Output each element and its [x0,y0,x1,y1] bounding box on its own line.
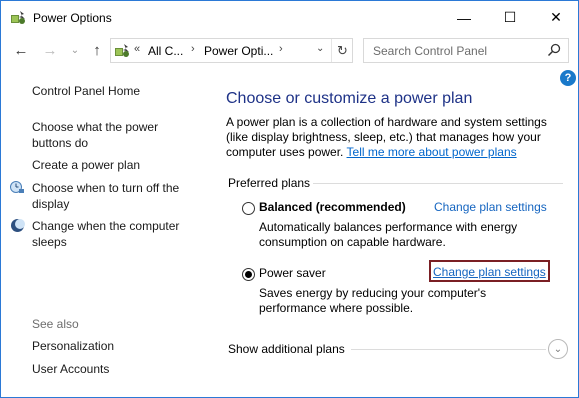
balanced-radio[interactable] [242,202,255,215]
forward-arrow-icon: → [42,41,58,59]
minimize-button[interactable]: — [441,1,487,34]
see-also-heading: See also [32,317,79,331]
page-title: Choose or customize a power plan [226,90,473,107]
close-button[interactable]: ✕ [533,1,579,34]
maximize-icon: ☐ [503,9,517,25]
power-saver-radio[interactable] [242,268,255,281]
refresh-icon: ↻ [337,42,348,58]
choose-display-off-link[interactable]: Choose when to turn off the display [32,180,192,212]
power-saver-plan-name[interactable]: Power saver [259,266,326,280]
back-button[interactable]: ← [11,40,31,60]
close-icon: ✕ [550,9,562,25]
create-power-plan-link[interactable]: Create a power plan [32,157,140,173]
minimize-icon: — [457,9,471,26]
help-glyph: ? [564,72,572,84]
personalization-link[interactable]: Personalization [32,338,114,354]
balanced-plan-description: Automatically balances performance with … [259,220,518,249]
show-more-divider [351,349,546,350]
change-sleep-link[interactable]: Change when the computer sleeps [32,218,197,250]
refresh-button[interactable]: ↻ [331,39,353,62]
address-overflow-icon[interactable]: « [134,43,140,55]
page-description: A power plan is a collection of hardware… [226,115,556,160]
user-accounts-link[interactable]: User Accounts [32,361,109,377]
control-panel-icon [115,44,129,57]
chevron-down-icon: ⌄ [553,343,563,355]
title-bar: Power Options — ☐ ✕ [1,1,578,34]
recent-locations-button[interactable]: ⌄ [65,40,85,60]
chevron-down-icon: ⌄ [70,44,80,56]
maximize-button[interactable]: ☐ [487,1,533,34]
display-timer-icon [10,181,24,193]
control-panel-home-link[interactable]: Control Panel Home [32,83,140,99]
balanced-change-settings-link[interactable]: Change plan settings [434,200,547,214]
tell-me-more-link[interactable]: Tell me more about power plans [347,145,517,159]
choose-power-buttons-link[interactable]: Choose what the power buttons do [32,119,182,151]
search-input[interactable]: Search Control Panel [373,44,487,58]
power-options-icon [11,11,25,24]
up-button[interactable]: ↑ [87,40,107,60]
group-divider [313,183,563,184]
breadcrumb-all-control-panel[interactable]: All C... [148,44,183,58]
breadcrumb-power-options[interactable]: Power Opti... [204,44,273,58]
power-saver-change-settings-link[interactable]: Change plan settings [429,260,550,282]
breadcrumb-separator-icon[interactable]: › [191,43,195,55]
window-title: Power Options [33,11,112,25]
power-saver-plan-description: Saves energy by reducing your computer's… [259,286,487,315]
back-arrow-icon: ← [13,41,29,59]
forward-button[interactable]: → [40,40,60,60]
address-bar[interactable]: « All C... › Power Opti... › ⌄ ↻ [110,38,353,63]
search-icon[interactable] [547,43,561,57]
power-options-window: Power Options — ☐ ✕ ← → ⌄ ↑ « All C... ›… [0,0,579,398]
search-box[interactable]: Search Control Panel [363,38,569,63]
help-icon[interactable]: ? [560,70,576,86]
show-additional-plans-label[interactable]: Show additional plans [228,342,345,356]
preferred-plans-label: Preferred plans [228,176,311,190]
breadcrumb-separator-icon[interactable]: › [279,43,283,55]
sleep-moon-icon [11,219,25,232]
up-arrow-icon: ↑ [93,41,101,59]
address-dropdown-icon[interactable]: ⌄ [316,43,324,54]
expand-additional-plans-button[interactable]: ⌄ [548,339,568,359]
balanced-plan-name[interactable]: Balanced (recommended) [259,200,406,214]
navigation-bar: ← → ⌄ ↑ « All C... › Power Opti... › ⌄ ↻… [1,34,578,68]
